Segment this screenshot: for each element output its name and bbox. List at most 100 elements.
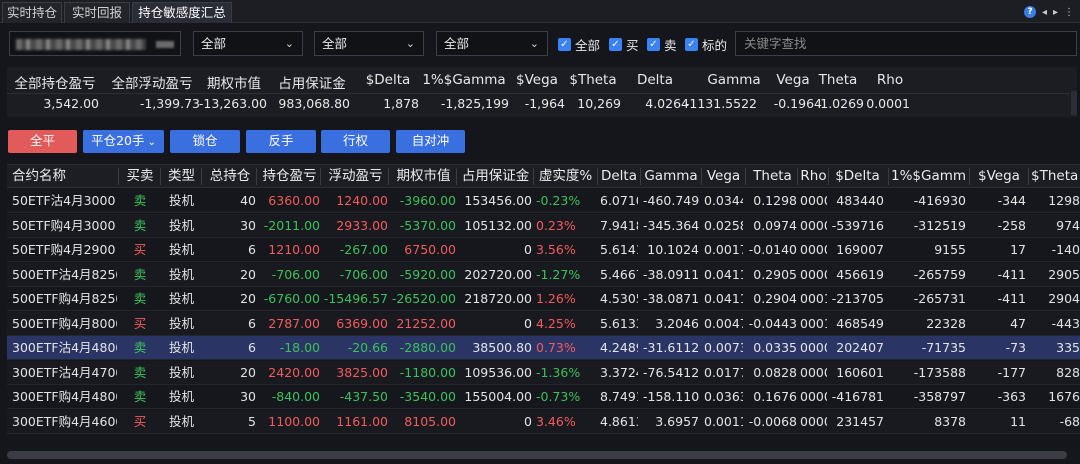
column-divider[interactable]	[701, 168, 702, 185]
table-cell: -5920.00	[399, 266, 456, 282]
column-divider[interactable]	[888, 168, 889, 185]
column-header[interactable]: 总持仓	[204, 165, 256, 188]
summary-header: Delta	[636, 72, 674, 88]
checkbox-buy-label: 买	[626, 37, 639, 53]
column-header[interactable]: 类型	[163, 165, 200, 188]
table-cell: 投机	[168, 266, 194, 282]
column-header[interactable]: Theta	[748, 165, 797, 188]
keyword-search-input[interactable]	[735, 31, 1077, 56]
table-cell: 10.1024	[647, 242, 699, 257]
column-header[interactable]: 持仓盈亏	[259, 165, 320, 188]
checkbox-sell[interactable]: ✓ 卖	[647, 36, 677, 53]
table-cell: -363	[997, 389, 1026, 404]
column-divider[interactable]	[828, 168, 829, 185]
table-cell: 50ETF购4月3000	[12, 217, 116, 233]
column-divider[interactable]	[456, 168, 457, 185]
close-all-button[interactable]: 全平	[8, 130, 77, 153]
next-icon[interactable]: ▸	[1053, 7, 1058, 18]
filter-select-3[interactable]: 全部 ⌄	[436, 31, 548, 56]
tab-position-sensitivity-summary[interactable]: 持仓敏感度汇总	[132, 2, 232, 23]
column-divider[interactable]	[597, 168, 598, 185]
table-row[interactable]: 300ETF沽4月4800 卖 投机 6 -18.00 -20.66 -2880.00 385…	[7, 336, 1080, 360]
close-20-lots-dropdown[interactable]: 平仓20手 ⌄	[83, 130, 164, 153]
table-header: 合约名称 买卖 类型 总持仓 持仓盈亏 浮动盈亏 期权市值 占用保证金 虚实度% Delta Gam…	[7, 164, 1080, 188]
column-divider[interactable]	[745, 168, 746, 185]
column-header[interactable]: Delta	[600, 165, 638, 188]
table-cell: 投机	[168, 193, 194, 208]
tab-realtime-reports[interactable]: 实时回报	[64, 2, 130, 23]
column-divider[interactable]	[640, 168, 641, 185]
column-header[interactable]: 期权市值	[391, 165, 456, 188]
table-row[interactable]: 500ETF购4月8000 买 投机 6 2787.00 6369.00 21252.00 0…	[7, 311, 1080, 336]
column-header[interactable]: Gamma	[643, 165, 699, 188]
column-header[interactable]: 占用保证金	[459, 165, 532, 188]
column-divider[interactable]	[533, 168, 534, 185]
table-cell: -312519	[913, 217, 966, 233]
horizontal-scrollbar[interactable]	[7, 448, 1080, 462]
scrollbar-thumb[interactable]	[7, 451, 1067, 459]
table-cell: 5.6141	[600, 242, 638, 257]
table-row[interactable]: 300ETF购4月4600 买投机 5 1100.00 1161.00 8105.00 0 3…	[7, 409, 1080, 434]
self-hedge-button[interactable]: 自对冲	[396, 130, 465, 153]
table-cell: 1.26%	[536, 291, 576, 306]
table-cell: 0000	[800, 266, 827, 282]
column-divider[interactable]	[320, 168, 321, 185]
table-row[interactable]: 300ETF购4月4800 卖 投机 30 -840.00 -437.50 -3540.00…	[7, 385, 1080, 409]
table-row[interactable]: 50ETF购4月2900 买 投机 6 1210.00 -267.00 6750.00 0 3.…	[7, 238, 1080, 262]
table-cell: -840.00	[271, 389, 320, 404]
table-cell: 2787.00	[268, 315, 320, 331]
column-divider[interactable]	[388, 168, 389, 185]
table-cell: 0.0335	[753, 340, 797, 355]
table-row[interactable]: 500ETF购4月8250 卖 投机 20 -6760.00 -15496.57 -2652…	[7, 287, 1080, 311]
table-cell: 500ETF沽4月8250	[12, 266, 117, 282]
table-cell: -3540.00	[399, 389, 456, 404]
column-header[interactable]: 1%$Gamma	[891, 165, 966, 188]
tab-realtime-positions[interactable]: 实时持仓	[2, 2, 62, 23]
column-divider[interactable]	[1028, 168, 1029, 185]
column-header[interactable]: Rho	[800, 165, 827, 188]
table-row[interactable]: 300ETF沽4月4700 卖 投机 20 2420.00 3825.00 -1180.00…	[7, 360, 1080, 385]
filter-select-2[interactable]: 全部 ⌄	[314, 31, 424, 56]
exercise-button[interactable]: 行权	[321, 130, 390, 153]
table-cell: 50ETF购4月2900	[12, 242, 116, 257]
column-header[interactable]: $Theta	[1031, 165, 1080, 188]
column-header[interactable]: 虚实度%	[536, 165, 595, 188]
column-header[interactable]: $Vega	[972, 165, 1026, 188]
column-divider[interactable]	[969, 168, 970, 185]
summary-value: 3,542.00	[43, 96, 99, 111]
column-divider[interactable]	[118, 168, 119, 185]
table-row[interactable]: 50ETF沽4月3000 卖 投机 40 6360.00 1240.00 -3960.00 1…	[7, 189, 1080, 213]
table-cell: 6360.00	[268, 193, 320, 208]
chevron-down-icon: ⌄	[284, 37, 294, 50]
column-divider[interactable]	[160, 168, 161, 185]
table-cell: 卖	[133, 217, 147, 233]
column-header[interactable]: $Delta	[831, 165, 884, 188]
prev-icon[interactable]: ◂	[1042, 7, 1047, 18]
checkbox-all[interactable]: ✓ 全部	[558, 36, 600, 53]
table-row[interactable]: 50ETF购4月3000 卖 投机 30 -2011.00 2933.00 -5370.00…	[7, 213, 1080, 238]
table-cell: 0.1298	[753, 193, 797, 208]
reverse-button[interactable]: 反手	[246, 130, 316, 153]
filter-select-1[interactable]: 全部 ⌄	[193, 31, 303, 56]
more-icon[interactable]: ⋮	[1064, 7, 1074, 18]
column-header[interactable]: 浮动盈亏	[323, 165, 388, 188]
table-cell: 2420.00	[268, 364, 320, 380]
column-header[interactable]: Vega	[704, 165, 743, 188]
column-header[interactable]: 买卖	[121, 165, 159, 188]
summary-scrollbar[interactable]	[1071, 91, 1077, 115]
checkbox-buy[interactable]: ✓ 买	[609, 36, 639, 53]
checkbox-underlying[interactable]: ✓ 标的	[685, 36, 727, 53]
lock-position-button[interactable]: 锁仓	[170, 130, 240, 153]
column-divider[interactable]	[256, 168, 257, 185]
column-header[interactable]: 合约名称	[12, 165, 122, 188]
column-divider[interactable]	[201, 168, 202, 185]
column-divider[interactable]	[797, 168, 798, 185]
table-cell: 6369.00	[336, 315, 388, 331]
table-cell: -0.23%	[536, 193, 581, 208]
table-cell: 1240.00	[336, 193, 388, 208]
summary-value: 983,068.80	[278, 96, 350, 111]
tab-label: 持仓敏感度汇总	[138, 5, 226, 20]
table-row[interactable]: 500ETF沽4月8250 卖 投机 20 -706.00 -706.00 -5920.00…	[7, 262, 1080, 287]
account-select[interactable]	[9, 31, 181, 56]
help-icon[interactable]: ?	[1023, 6, 1036, 18]
